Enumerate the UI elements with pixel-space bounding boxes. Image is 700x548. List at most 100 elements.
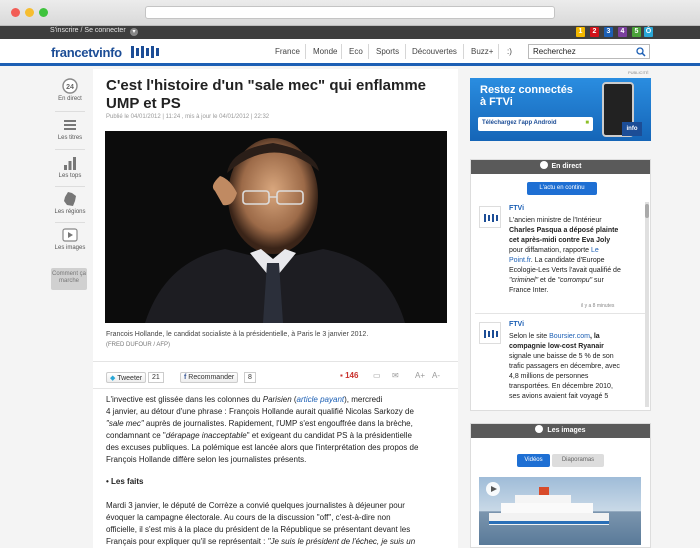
channel-1-icon[interactable]: 1 — [576, 27, 585, 37]
ftvi-logo-icon — [479, 206, 501, 228]
rail-label-images: Les images — [54, 245, 86, 251]
download-android-app-button[interactable]: Téléchargez l'app Android ■ — [478, 117, 593, 131]
list-icon — [64, 120, 76, 130]
search-input[interactable]: Recherchez — [528, 44, 650, 59]
how-it-works-button[interactable]: Comment ça marche — [51, 268, 87, 290]
nav-france[interactable]: France — [275, 47, 300, 56]
divider — [475, 313, 645, 314]
ad-label: PUBLICITÉ — [628, 70, 649, 75]
images-panel-header: Les images — [471, 424, 650, 438]
nav-monde[interactable]: Monde — [313, 47, 337, 56]
info-badge: info — [622, 122, 642, 136]
le-point-link[interactable]: Point.fr — [509, 257, 531, 264]
photo-caption: Francois Hollande, le candidat socialist… — [106, 331, 369, 338]
rail-label-regions: Les régions — [54, 209, 86, 215]
facebook-recommend-button[interactable]: f Recommander — [180, 372, 239, 383]
live-icon — [539, 161, 548, 169]
right-column: PUBLICITÉ Restez connectés à FTVi Télécha… — [460, 69, 653, 548]
ferry-ship-image — [486, 482, 609, 525]
channel-3-icon[interactable]: 3 — [604, 27, 613, 37]
facebook-label: Recommander — [188, 374, 235, 381]
address-bar[interactable] — [145, 6, 555, 19]
tweet-count: 21 — [148, 372, 164, 383]
top-bar: S'inscrire / Se connecter ▾ 1 2 3 4 5 Ô — [0, 26, 700, 39]
facebook-icon: f — [184, 374, 187, 381]
tab-slideshows[interactable]: Diaporamas — [552, 454, 604, 467]
chevron-down-icon[interactable]: ▾ — [130, 28, 138, 36]
scrollbar-track[interactable] — [645, 202, 649, 407]
live-24-badge: 24 — [66, 84, 74, 91]
play-icon — [535, 425, 544, 433]
article: C'est l'histoire d'un "sale mec" qui enf… — [93, 69, 458, 548]
site-logo[interactable]: francetvinfo — [51, 45, 122, 60]
close-window-button[interactable] — [11, 8, 20, 17]
tweet-button[interactable]: ◆ Tweeter — [106, 372, 147, 383]
nav-divider — [305, 44, 306, 59]
nav-eco[interactable]: Eco — [349, 47, 363, 56]
photo-credit: (FRED DUFOUR / AFP) — [106, 342, 170, 348]
rail-item-tops[interactable]: Les tops — [49, 155, 91, 179]
live-24-icon: 24 — [62, 78, 78, 94]
print-icon[interactable]: ▭ — [373, 371, 381, 380]
channel-5-icon[interactable]: 5 — [632, 27, 641, 37]
rail-item-regions[interactable]: Les régions — [49, 191, 91, 215]
zoom-window-button[interactable] — [39, 8, 48, 17]
email-icon[interactable]: ✉ — [392, 371, 399, 380]
font-decrease-button[interactable]: A- — [432, 371, 440, 380]
search-icon[interactable] — [636, 47, 646, 57]
login-link[interactable]: S'inscrire / Se connecter — [50, 27, 126, 34]
rail-label-titles: Les titres — [57, 135, 83, 141]
tab-videos[interactable]: Vidéos — [517, 454, 550, 467]
minimize-window-button[interactable] — [25, 8, 34, 17]
france-map-icon — [64, 192, 76, 206]
continuous-news-button[interactable]: L'actu en continu — [527, 182, 597, 195]
left-rail: 24 En direct Les titres Les tops Les rég… — [49, 69, 91, 548]
article-title: C'est l'histoire d'un "sale mec" qui enf… — [106, 77, 427, 112]
nav-divider — [368, 44, 369, 59]
rail-divider — [55, 186, 85, 187]
tweet-label: Tweeter — [117, 375, 143, 382]
feed-source[interactable]: FTVi — [509, 321, 524, 328]
search-input-text[interactable]: Recherchez — [533, 47, 576, 56]
portrait-photo — [105, 131, 447, 323]
paragraph-2: Mardi 3 janvier, le député de Corrèze a … — [106, 501, 416, 546]
feed-source[interactable]: FTVi — [509, 205, 524, 212]
nav-decouvertes[interactable]: Découvertes — [412, 47, 457, 56]
site-header: francetvinfo France Monde Eco Sports Déc… — [0, 39, 700, 66]
comments-count: 146 — [345, 371, 359, 380]
video-thumbnail[interactable] — [479, 477, 641, 545]
font-increase-button[interactable]: A+ — [415, 371, 425, 380]
le-point-link[interactable]: Le — [591, 247, 599, 254]
rail-label-live: En direct — [58, 96, 82, 102]
feed-item-text: Selon le site Boursier.com, la compagnie… — [509, 333, 620, 400]
channel-o-icon[interactable]: Ô — [644, 27, 653, 37]
nav-sports[interactable]: Sports — [376, 47, 399, 56]
rail-divider — [55, 222, 85, 223]
rail-item-live[interactable]: 24 En direct — [49, 78, 91, 102]
nav-buzz[interactable]: Buzz+ — [471, 47, 493, 56]
divider — [93, 361, 458, 362]
rail-item-images[interactable]: Les images — [49, 227, 91, 251]
scrollbar-thumb[interactable] — [645, 204, 649, 218]
boursier-link[interactable]: Boursier.com — [549, 333, 590, 340]
channel-4-icon[interactable]: 4 — [618, 27, 627, 37]
live-panel: En direct L'actu en continu FTVi L'ancie… — [470, 159, 651, 411]
channel-2-icon[interactable]: 2 — [590, 27, 599, 37]
paid-article-link[interactable]: article payant — [297, 395, 345, 404]
app-ad-banner[interactable]: Restez connectés à FTVi Téléchargez l'app… — [470, 78, 651, 141]
nav-smiley[interactable]: :) — [507, 47, 512, 56]
comments-counter[interactable]: ▪ 146 — [340, 371, 358, 380]
paragraph-1: L'invective est glissée dans les colonne… — [106, 395, 419, 464]
publish-date: Publié le 04/01/2012 | 11:24 , mis à jou… — [106, 114, 270, 120]
rail-item-titles[interactable]: Les titres — [49, 117, 91, 141]
rail-divider — [55, 111, 85, 112]
nav-divider — [341, 44, 342, 59]
ad-title: Restez connectés à FTVi — [480, 84, 573, 108]
images-panel: Les images Vidéos Diaporamas — [470, 423, 651, 548]
comment-icon: ▪ — [340, 371, 343, 380]
bar-chart-icon — [64, 157, 76, 170]
rail-label-tops: Les tops — [58, 173, 82, 179]
feed-item-text: L'ancien ministre de l'Intérieur Charles… — [509, 217, 621, 294]
divider — [93, 388, 458, 389]
ftvi-logo-icon — [131, 46, 159, 58]
